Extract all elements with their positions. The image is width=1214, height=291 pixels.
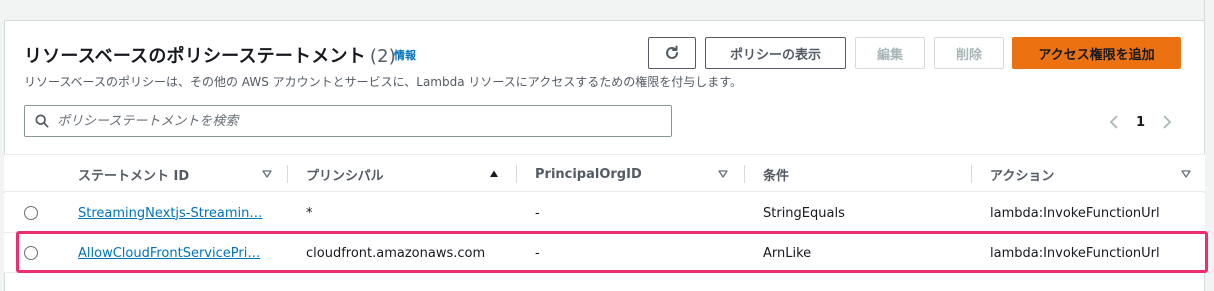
view-policy-button[interactable]: ポリシーの表示	[705, 37, 846, 69]
chevron-left-icon[interactable]	[1106, 114, 1122, 130]
principal-org-id-cell: -	[535, 205, 540, 221]
column-label: アクション	[990, 168, 1055, 184]
refresh-button[interactable]	[648, 37, 696, 69]
action-cell: lambda:InvokeFunctionUrl	[990, 205, 1160, 221]
pagination: 1	[1106, 112, 1175, 132]
sort-icon[interactable]	[262, 155, 272, 193]
table-row[interactable]: StreamingNextjs-Streamin… * - StringEqua…	[4, 193, 1205, 233]
column-label: PrincipalOrgID	[535, 166, 642, 182]
chevron-right-icon[interactable]	[1159, 114, 1175, 130]
table-header: ステートメント ID プリンシパル PrincipalOrgID 条件 アクショ…	[4, 154, 1205, 192]
column-divider	[744, 165, 745, 183]
statement-id-link[interactable]: AllowCloudFrontServicePri…	[78, 233, 264, 273]
statement-count: (2)	[369, 46, 396, 67]
edit-button[interactable]: 編集	[855, 37, 925, 69]
delete-button[interactable]: 削除	[934, 37, 1004, 69]
sort-icon[interactable]	[718, 155, 728, 193]
column-header-action[interactable]: アクション	[990, 155, 1054, 193]
column-header-condition[interactable]: 条件	[763, 155, 789, 193]
column-label: プリンシパル	[306, 168, 384, 184]
column-header-statement-id[interactable]: ステートメント ID	[78, 155, 189, 193]
top-strip	[0, 0, 1214, 20]
column-header-principal[interactable]: プリンシパル	[306, 155, 384, 193]
section-title: リソースベースのポリシーステートメント (2)	[24, 42, 396, 68]
column-divider	[971, 165, 972, 183]
principal-cell: cloudfront.amazonaws.com	[306, 245, 486, 261]
action-cell: lambda:InvokeFunctionUrl	[990, 245, 1160, 261]
search-icon	[35, 114, 49, 128]
condition-cell: StringEquals	[763, 205, 845, 221]
section-title-text: リソースベースのポリシーステートメント	[24, 46, 366, 67]
statement-id-link[interactable]: StreamingNextjs-Streamin…	[78, 193, 264, 233]
info-link[interactable]: 情報	[394, 47, 416, 63]
column-label: 条件	[763, 168, 790, 184]
add-permission-button[interactable]: アクセス権限を追加	[1012, 37, 1181, 69]
column-header-principal-org-id[interactable]: PrincipalOrgID	[535, 155, 642, 193]
principal-cell: *	[306, 205, 313, 221]
refresh-icon	[666, 45, 678, 59]
column-divider	[516, 165, 517, 183]
principal-org-id-cell: -	[535, 245, 540, 261]
search-box	[24, 105, 672, 137]
row-select-radio[interactable]	[24, 206, 38, 220]
sort-ascending-icon[interactable]	[489, 155, 499, 193]
row-select-radio[interactable]	[24, 246, 38, 260]
column-divider	[287, 165, 288, 183]
search-input[interactable]	[57, 113, 617, 129]
table-row[interactable]: AllowCloudFrontServicePri… cloudfront.am…	[4, 233, 1205, 273]
current-page[interactable]: 1	[1136, 115, 1145, 130]
sort-icon[interactable]	[1181, 155, 1191, 193]
column-label: ステートメント ID	[78, 168, 190, 184]
condition-cell: ArnLike	[763, 245, 812, 261]
section-description: リソースベースのポリシーは、その他の AWS アカウントとサービスに、Lambd…	[24, 75, 742, 89]
